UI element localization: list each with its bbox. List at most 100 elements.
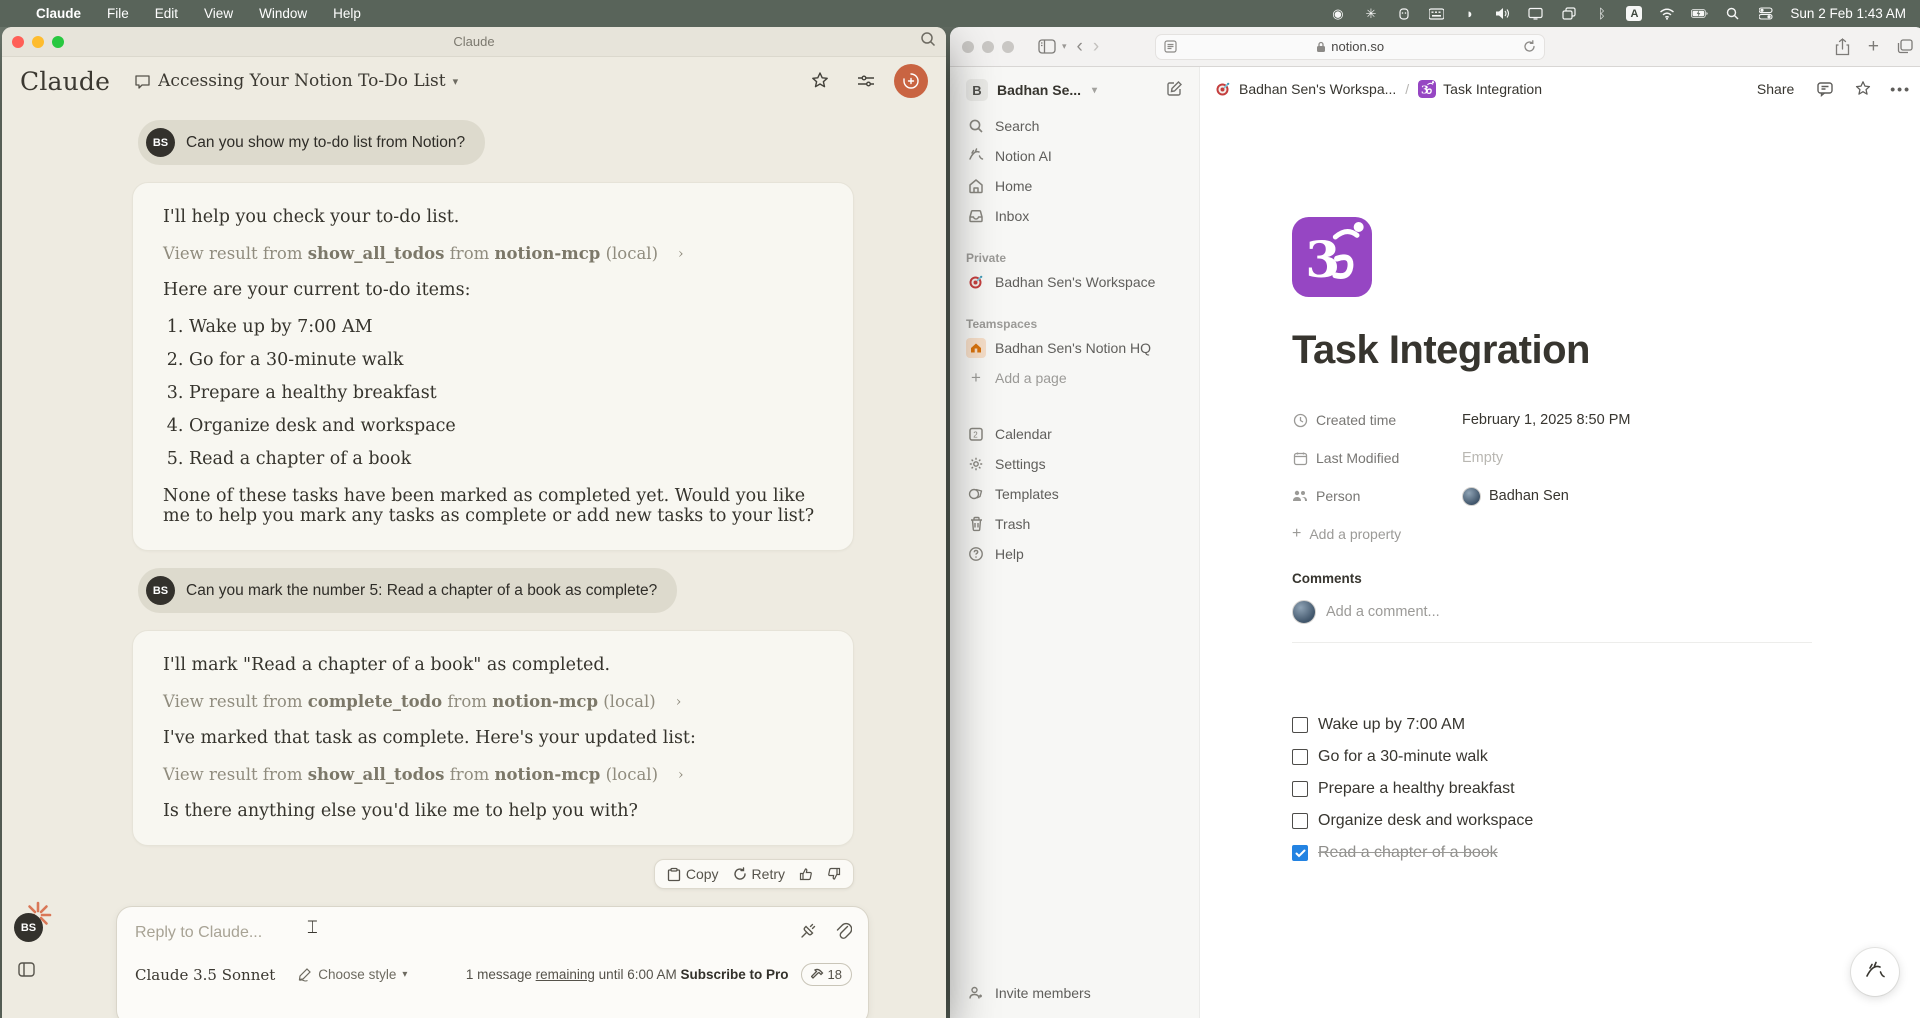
menu-help[interactable]: Help <box>333 6 361 21</box>
sidebar-item-inbox[interactable]: Inbox <box>958 201 1191 231</box>
menubar-clock[interactable]: Sun 2 Feb 1:43 AM <box>1790 6 1906 21</box>
star-icon[interactable] <box>810 71 830 91</box>
close-window-button[interactable] <box>12 35 24 48</box>
app-status-icon[interactable] <box>1395 5 1412 22</box>
breadcrumb-root[interactable]: Badhan Sen's Workspa... <box>1239 81 1396 97</box>
retry-button[interactable]: Retry <box>733 866 785 882</box>
tool-result-row[interactable]: View result from complete_todo from noti… <box>163 692 823 711</box>
shortcuts-icon[interactable]: ◗ <box>1461 5 1478 22</box>
thumbs-down-button[interactable] <box>827 867 841 881</box>
add-comment-row[interactable]: Add a comment... <box>1292 600 1812 643</box>
settings-sliders-icon[interactable] <box>856 71 876 91</box>
add-property-button[interactable]: + Add a property <box>1292 515 1829 553</box>
forward-button[interactable]: › <box>1093 36 1099 58</box>
bluetooth-icon[interactable]: ᛒ <box>1593 5 1610 22</box>
close-window-button[interactable] <box>962 40 974 53</box>
sidebar-item-settings[interactable]: Settings <box>958 449 1191 479</box>
todo-row-completed[interactable]: Read a chapter of a book <box>1292 837 1829 869</box>
mcp-tools-badge[interactable]: 18 <box>800 963 852 986</box>
mcp-connector-icon[interactable] <box>799 921 818 945</box>
user-avatar: BS <box>146 576 175 605</box>
minimize-window-button[interactable] <box>32 35 44 48</box>
menu-window[interactable]: Window <box>259 6 307 21</box>
choose-style-button[interactable]: Choose style ▾ <box>297 967 407 982</box>
back-button[interactable]: ‹ <box>1077 36 1083 58</box>
zoom-window-button[interactable] <box>52 35 64 48</box>
conversation-title-menu[interactable]: Accessing Your Notion To-Do List ▾ <box>134 71 458 91</box>
page-title[interactable]: Task Integration <box>1292 328 1829 373</box>
sidebar-item-home[interactable]: Home <box>958 171 1191 201</box>
chevron-down-icon[interactable]: ▾ <box>1062 41 1067 52</box>
todo-row[interactable]: Wake up by 7:00 AM <box>1292 709 1829 741</box>
minimize-window-button[interactable] <box>982 40 994 53</box>
address-bar[interactable]: notion.so <box>1155 33 1546 60</box>
add-comment-placeholder: Add a comment... <box>1326 604 1440 620</box>
om-page-icon[interactable]: 3 <box>1292 217 1372 297</box>
menu-edit[interactable]: Edit <box>155 6 178 21</box>
share-icon[interactable] <box>1835 37 1850 56</box>
spotlight-icon[interactable] <box>1724 5 1741 22</box>
share-button[interactable]: Share <box>1757 81 1794 97</box>
wifi-icon[interactable] <box>1658 5 1675 22</box>
sidebar-item-help[interactable]: Help <box>958 539 1191 569</box>
add-page-button[interactable]: + Add a page <box>958 363 1191 393</box>
tab-overview-icon[interactable] <box>1897 39 1913 54</box>
checkbox-unchecked[interactable] <box>1292 749 1308 765</box>
sidebar-toggle-icon[interactable] <box>18 962 35 982</box>
tool-result-row[interactable]: View result from show_all_todos from not… <box>163 244 823 263</box>
control-center-icon[interactable] <box>1757 5 1774 22</box>
comments-icon[interactable] <box>1816 80 1834 98</box>
property-person[interactable]: Person Badhan Sen <box>1292 477 1829 515</box>
thumbs-up-button[interactable] <box>799 867 813 881</box>
sidebar-item-private-workspace[interactable]: Badhan Sen's Workspace <box>958 267 1191 297</box>
user-avatar[interactable]: BS <box>14 913 43 942</box>
chevron-down-icon: ▾ <box>1092 84 1098 96</box>
zoom-window-button[interactable] <box>1002 40 1014 53</box>
safari-sidebar-icon[interactable] <box>1038 39 1056 54</box>
property-created-time[interactable]: Created time February 1, 2025 8:50 PM <box>1292 401 1829 439</box>
battery-icon[interactable] <box>1691 5 1709 22</box>
tool-result-row[interactable]: View result from show_all_todos from not… <box>163 765 823 784</box>
menu-app[interactable]: Claude <box>36 6 81 21</box>
menu-file[interactable]: File <box>107 6 129 21</box>
workspace-switcher[interactable]: B Badhan Se... ▾ <box>958 75 1191 105</box>
sidebar-item-trash[interactable]: Trash <box>958 509 1191 539</box>
checkbox-unchecked[interactable] <box>1292 781 1308 797</box>
reload-icon[interactable] <box>1523 40 1536 53</box>
new-tab-icon[interactable]: + <box>1868 36 1879 58</box>
input-source-icon[interactable]: A <box>1626 6 1643 21</box>
menu-view[interactable]: View <box>204 6 233 21</box>
display-icon[interactable] <box>1527 5 1544 22</box>
subscribe-link[interactable]: Subscribe to Pro <box>681 967 789 982</box>
notion-ai-button[interactable] <box>1851 948 1899 996</box>
copy-button[interactable]: Copy <box>667 866 719 882</box>
property-last-modified[interactable]: Last Modified Empty <box>1292 439 1829 477</box>
screen-mirroring-icon[interactable] <box>1560 5 1577 22</box>
todo-row[interactable]: Organize desk and workspace <box>1292 805 1829 837</box>
record-status-icon[interactable]: ◉ <box>1329 5 1346 22</box>
sidebar-item-templates[interactable]: Templates <box>958 479 1191 509</box>
todo-row[interactable]: Go for a 30-minute walk <box>1292 741 1829 773</box>
reply-input[interactable] <box>135 924 799 942</box>
checkbox-checked[interactable] <box>1292 845 1308 861</box>
todo-row[interactable]: Prepare a healthy breakfast <box>1292 773 1829 805</box>
new-page-icon[interactable] <box>1166 80 1183 100</box>
claude-menubar-icon[interactable]: ✳ <box>1362 5 1379 22</box>
more-options-icon[interactable]: ••• <box>1890 81 1911 97</box>
sidebar-item-calendar[interactable]: 2 Calendar <box>958 419 1191 449</box>
breadcrumb-page[interactable]: Task Integration <box>1443 81 1542 97</box>
account-avatar[interactable] <box>894 64 928 98</box>
checkbox-unchecked[interactable] <box>1292 813 1308 829</box>
remaining-link[interactable]: remaining <box>536 967 595 982</box>
search-icon[interactable] <box>920 31 936 52</box>
favorite-star-icon[interactable] <box>1854 80 1872 98</box>
sidebar-item-search[interactable]: Search <box>958 111 1191 141</box>
sidebar-item-teamspace[interactable]: Badhan Sen's Notion HQ <box>958 333 1191 363</box>
sidebar-item-notion-ai[interactable]: Notion AI <box>958 141 1191 171</box>
model-selector[interactable]: Claude 3.5 Sonnet <box>135 966 275 984</box>
checkbox-unchecked[interactable] <box>1292 717 1308 733</box>
keyboard-icon[interactable] <box>1428 5 1445 22</box>
attach-file-icon[interactable] <box>834 921 853 945</box>
invite-members-button[interactable]: Invite members <box>958 978 1191 1008</box>
volume-icon[interactable] <box>1494 5 1511 22</box>
